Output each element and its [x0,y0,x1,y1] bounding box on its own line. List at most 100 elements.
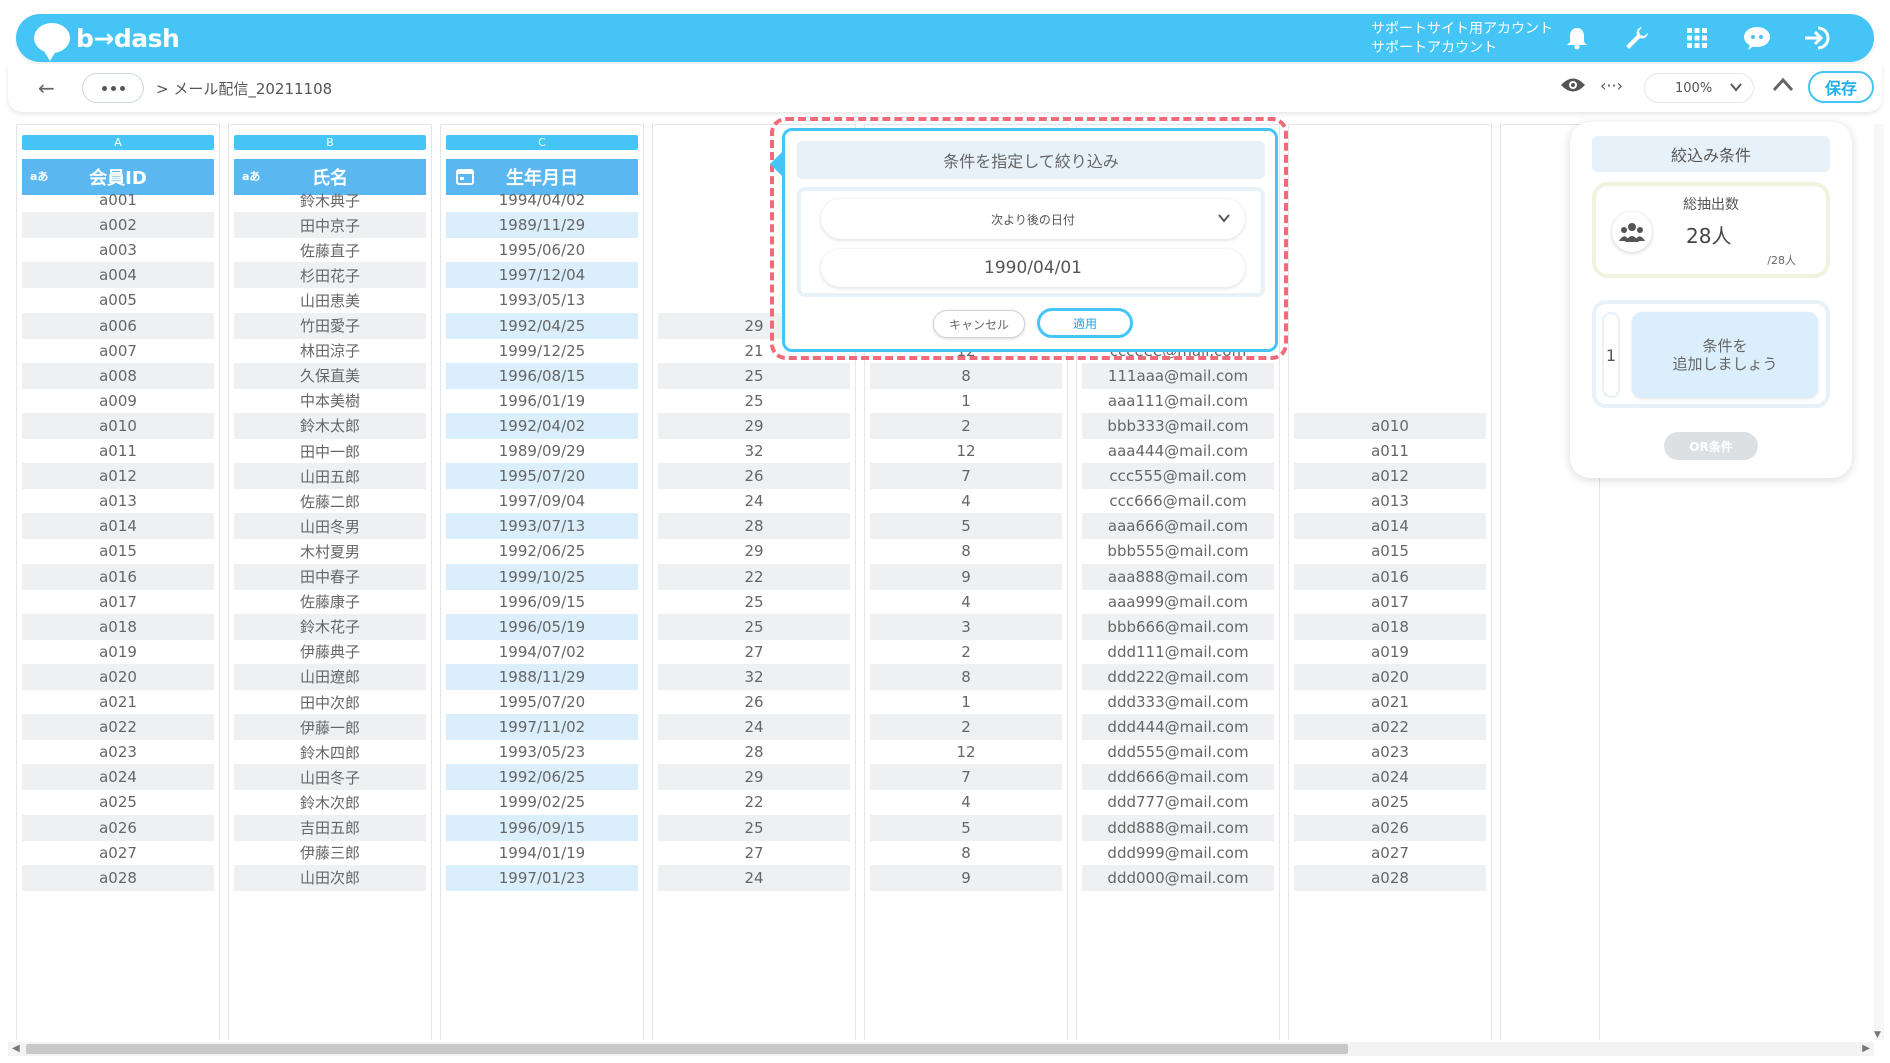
table-cell[interactable]: 1996/09/15 [446,814,638,841]
table-cell[interactable]: bbb555@mail.com [1082,538,1274,564]
table-cell[interactable]: a011 [1294,438,1486,464]
scroll-down-icon[interactable]: ▼ [1874,1030,1881,1040]
or-condition-button[interactable]: OR条件 [1664,432,1758,460]
table-cell[interactable]: 1989/11/29 [446,212,638,239]
table-cell[interactable]: 26 [658,463,850,490]
table-cell[interactable]: 28 [658,739,850,765]
table-cell[interactable]: a008 [22,362,214,389]
more-button[interactable] [82,73,144,103]
table-cell[interactable]: 鈴木次郎 [234,789,426,815]
table-cell[interactable]: ddd333@mail.com [1082,689,1274,715]
table-cell[interactable]: ddd444@mail.com [1082,714,1274,741]
table-cell[interactable]: 1999/10/25 [446,563,638,590]
column-letter[interactable]: C [446,135,638,150]
table-cell[interactable]: 山田冬男 [234,513,426,540]
table-cell[interactable]: 9 [870,563,1062,590]
table-cell[interactable]: aaa999@mail.com [1082,589,1274,615]
table-cell[interactable]: 1996/09/15 [446,589,638,615]
table-cell[interactable]: 1 [870,689,1062,715]
table-cell[interactable]: 鈴木花子 [234,613,426,640]
table-cell[interactable]: ddd888@mail.com [1082,814,1274,841]
table-cell[interactable]: a026 [1294,814,1486,841]
table-cell[interactable]: a011 [22,438,214,464]
table-cell[interactable]: 佐藤康子 [234,589,426,615]
table-cell[interactable]: a015 [1294,538,1486,564]
table-cell[interactable]: 8 [870,362,1062,389]
table-cell[interactable]: aaa444@mail.com [1082,438,1274,464]
table-cell[interactable]: 鈴木典子 [234,187,426,213]
bell-icon[interactable] [1560,22,1594,54]
table-cell[interactable]: 25 [658,362,850,389]
table-cell[interactable]: 佐藤直子 [234,237,426,263]
column-letter[interactable]: B [234,135,426,150]
table-cell[interactable]: a017 [22,589,214,615]
table-cell[interactable]: a009 [22,388,214,414]
table-cell[interactable]: a027 [22,840,214,866]
table-cell[interactable]: 山田五郎 [234,463,426,490]
table-cell[interactable]: a012 [22,463,214,490]
table-cell[interactable]: 28 [658,513,850,540]
table-cell[interactable]: 1992/06/25 [446,764,638,791]
table-cell[interactable]: a016 [22,563,214,590]
table-cell[interactable]: 1996/08/15 [446,362,638,389]
condition-select[interactable]: 次より後の日付 [821,199,1245,239]
table-cell[interactable]: 伊藤一郎 [234,714,426,741]
table-cell[interactable]: 32 [658,438,850,464]
table-cell[interactable]: 中本美樹 [234,388,426,414]
table-cell[interactable]: 1994/01/19 [446,840,638,866]
table-cell[interactable]: a027 [1294,840,1486,866]
table-cell[interactable]: 2 [870,639,1062,665]
scroll-right-icon[interactable]: ▶ [1862,1043,1870,1054]
table-cell[interactable]: a002 [22,212,214,239]
table-cell[interactable]: 1997/01/23 [446,864,638,891]
table-cell[interactable]: a003 [22,237,214,263]
table-cell[interactable]: 山田遼郎 [234,663,426,690]
table-cell[interactable]: 山田恵美 [234,287,426,313]
table-cell[interactable]: 1994/07/02 [446,639,638,665]
table-cell[interactable]: 杉田花子 [234,262,426,289]
table-cell[interactable]: 8 [870,663,1062,690]
wrench-icon[interactable] [1620,22,1654,54]
table-cell[interactable]: a004 [22,262,214,289]
table-cell[interactable]: 22 [658,563,850,590]
table-cell[interactable]: 1 [870,388,1062,414]
cloud-icon[interactable] [1740,22,1774,54]
table-cell[interactable]: aaa666@mail.com [1082,513,1274,540]
table-cell[interactable]: a019 [22,639,214,665]
table-cell[interactable]: a013 [22,488,214,514]
bdash-logo[interactable]: b→dash [34,23,180,61]
table-cell[interactable]: 29 [658,412,850,439]
table-cell[interactable]: a006 [22,312,214,339]
table-cell[interactable]: 1993/05/13 [446,287,638,313]
table-cell[interactable]: bbb666@mail.com [1082,613,1274,640]
table-cell[interactable]: 29 [658,538,850,564]
table-cell[interactable]: a018 [1294,613,1486,640]
table-cell[interactable]: a022 [22,714,214,741]
table-cell[interactable]: 1988/11/29 [446,663,638,690]
table-cell[interactable]: 1995/07/20 [446,463,638,490]
table-cell[interactable]: 竹田愛子 [234,312,426,339]
table-cell[interactable]: a021 [22,689,214,715]
table-cell[interactable]: a023 [1294,739,1486,765]
table-cell[interactable]: ddd777@mail.com [1082,789,1274,815]
table-cell[interactable]: 鈴木四郎 [234,739,426,765]
table-cell[interactable]: 田中春子 [234,563,426,590]
table-cell[interactable]: ccc666@mail.com [1082,488,1274,514]
table-cell[interactable]: a001 [22,187,214,213]
table-cell[interactable]: a014 [22,513,214,540]
table-cell[interactable]: 林田涼子 [234,338,426,364]
date-input[interactable]: 1990/04/01 [821,249,1245,287]
table-cell[interactable]: 田中一郎 [234,438,426,464]
save-button[interactable]: 保存 [1808,71,1874,103]
table-cell[interactable]: ddd555@mail.com [1082,739,1274,765]
table-cell[interactable]: 24 [658,714,850,741]
table-cell[interactable]: 5 [870,814,1062,841]
code-view-icon[interactable]: ‹··› [1600,76,1623,95]
cancel-button[interactable]: キャンセル [933,310,1025,338]
table-cell[interactable]: a020 [1294,663,1486,690]
zoom-select[interactable]: 100% [1644,73,1754,103]
chevron-up-icon[interactable] [1772,76,1794,98]
table-cell[interactable]: 山田冬子 [234,764,426,791]
table-cell[interactable]: 1992/06/25 [446,538,638,564]
table-cell[interactable]: a013 [1294,488,1486,514]
